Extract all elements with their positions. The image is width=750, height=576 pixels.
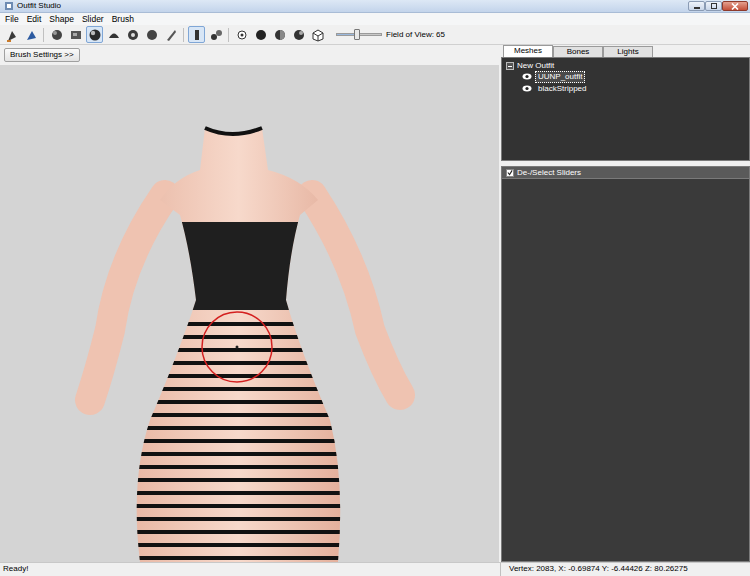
brush-tool-icon [69,28,83,42]
brush-tool-icon [254,28,268,42]
app-icon [4,1,14,11]
3d-viewport[interactable] [0,65,499,562]
brush-tool-icon [50,28,64,42]
brush-tool-icon [164,28,178,42]
outfit-studio-window: Outfit Studio FileEditShapeSliderBrush Fie… [0,0,750,576]
viewport-panel: Brush Settings >> [0,45,499,562]
eye-icon [522,73,532,80]
brush-tool-icon [145,28,159,42]
tree-item[interactable]: UUNP_outfit [506,71,745,83]
brush-tool-icon [235,28,249,42]
panel-tab[interactable]: Lights [603,46,653,57]
tool-button[interactable] [207,26,224,43]
tool-button[interactable] [162,26,179,43]
tool-button[interactable] [290,26,307,43]
panel-tabs: MeshesBonesLights [501,45,750,57]
tool-button[interactable] [252,26,269,43]
minimize-button[interactable] [688,1,705,11]
close-button[interactable] [722,1,748,11]
brush-tool-icon [273,28,287,42]
eye-icon [522,85,532,92]
fov-label: Field of View: 65 [386,29,445,41]
tool-button[interactable] [124,26,141,43]
tool-button[interactable] [48,26,65,43]
tree-item-label[interactable]: blackStripped [535,83,589,95]
tool-button[interactable] [143,26,160,43]
brush-tool-icon [24,28,38,42]
tool-button[interactable] [3,26,20,43]
close-icon [731,3,739,10]
menu-bar: FileEditShapeSliderBrush [0,13,750,25]
tree-root-label: New Outfit [517,61,554,71]
status-bar: Ready!Vertex: 2083, X: -0.69874 Y: -6.44… [0,562,750,576]
tool-button[interactable] [233,26,250,43]
brush-tool-icon [311,28,325,42]
window-title: Outfit Studio [17,2,61,10]
fov-slider-thumb[interactable] [354,29,360,40]
toolbar-separator [183,28,184,42]
title-bar: Outfit Studio [0,0,750,13]
model-figure-icon [0,65,499,562]
maximize-button[interactable] [705,1,722,11]
brush-tool-icon [292,28,306,42]
side-panel: MeshesBonesLightsNew OutfitUUNP_outfitbl… [501,45,750,562]
mesh-tree: New OutfitUUNP_outfitblackStripped [501,57,750,161]
tool-button[interactable] [188,26,205,43]
tool-button[interactable] [105,26,122,43]
visibility-toggle[interactable] [522,72,532,82]
collapse-minus-icon [508,66,512,67]
maximize-icon [710,3,718,9]
minimize-icon [693,3,701,9]
sliders-header: De-/Select Sliders [501,166,750,179]
brush-tool-icon [190,28,204,42]
panel-tab[interactable]: Bones [553,46,603,57]
menu-item[interactable]: Edit [23,14,46,25]
sliders-list [501,179,750,562]
visibility-toggle[interactable] [522,84,532,94]
tool-button[interactable] [309,26,326,43]
status-text: Ready! [0,563,501,576]
toolbar-separator [43,28,44,42]
brush-tool-icon [209,28,223,42]
check-icon [507,169,513,176]
window-controls [688,1,748,11]
sliders-label: De-/Select Sliders [517,167,581,179]
tree-root[interactable]: New Outfit [506,60,745,71]
panel-tab[interactable]: Meshes [503,45,553,57]
tool-button[interactable] [67,26,84,43]
tool-button[interactable] [86,26,103,43]
tool-button[interactable] [271,26,288,43]
brush-strip: Brush Settings >> [0,45,499,65]
brush-tool-icon [88,28,102,42]
menu-item[interactable]: Brush [108,14,138,25]
toolbar: Field of View: 65 [0,25,750,45]
vertex-info: Vertex: 2083, X: -0.69874 Y: -6.44426 Z:… [501,563,750,576]
menu-item[interactable]: Slider [78,14,108,25]
brush-settings-button[interactable]: Brush Settings >> [4,48,80,62]
tree-item-label[interactable]: UUNP_outfit [535,71,585,83]
menu-item[interactable]: Shape [45,14,78,25]
select-sliders-checkbox[interactable] [506,169,514,177]
brush-tool-icon [5,28,19,42]
tree-item[interactable]: blackStripped [506,83,745,95]
fov-slider[interactable] [336,33,382,36]
expand-toggle[interactable] [506,62,514,70]
brush-tool-icon [107,28,121,42]
brush-tool-icon [126,28,140,42]
main-area: Brush Settings >>MeshesBonesLightsNew Ou… [0,45,750,562]
field-of-view: Field of View: 65 [336,29,445,41]
menu-item[interactable]: File [1,14,23,25]
tool-button[interactable] [22,26,39,43]
toolbar-separator [228,28,229,42]
